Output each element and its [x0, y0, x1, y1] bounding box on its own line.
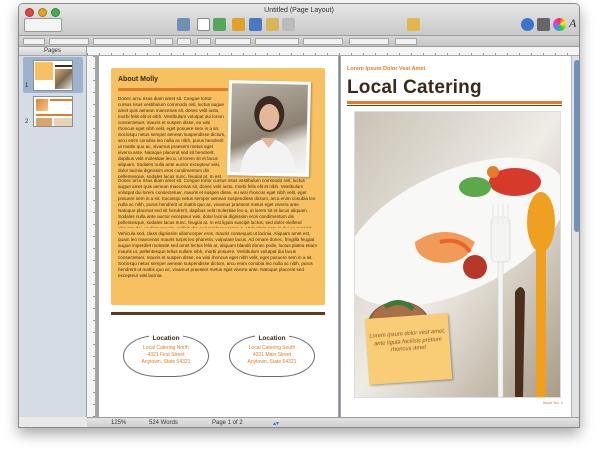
- about-heading-rule: [118, 88, 228, 91]
- about-heading: About Molly: [118, 76, 159, 83]
- fonts-icon[interactable]: A: [569, 16, 576, 31]
- title-rule-orange: [347, 101, 562, 104]
- format-bar: [19, 36, 579, 47]
- title-rule-brown: [347, 105, 562, 106]
- columns-popup[interactable]: [349, 38, 389, 45]
- location-title: Location: [255, 335, 289, 342]
- page-thumbnail-number: 2: [25, 119, 29, 125]
- location-north[interactable]: Location Local Catering North 4321 First…: [123, 327, 209, 383]
- alignment-buttons[interactable]: [255, 38, 299, 45]
- app-window: Untitled (Page Layout) A Pages 1 2 About…: [18, 3, 580, 428]
- list-style-popup[interactable]: [395, 38, 417, 45]
- word-count: 524 Words: [149, 420, 178, 426]
- textbox-icon[interactable]: [197, 18, 210, 31]
- media-icon[interactable]: [282, 18, 295, 31]
- about-panel: About Molly Donec arcu risus diam amet s…: [111, 68, 325, 305]
- sticky-note-text: Lorem ipsum dolor vest amet, ante ligula…: [369, 328, 446, 354]
- page-nav-icon[interactable]: ▴▾: [273, 420, 279, 427]
- sections-icon[interactable]: [177, 18, 190, 31]
- font-typeface-popup[interactable]: [155, 38, 173, 45]
- location-title: Location: [149, 335, 183, 342]
- about-paragraph: Donec arcu risus diam amet sit. Congue t…: [118, 96, 226, 178]
- sticky-note[interactable]: Lorem ipsum dolor vest amet, ante ligula…: [364, 313, 453, 385]
- page-thumbnail-number: 1: [25, 83, 29, 89]
- vertical-ruler[interactable]: [87, 56, 96, 417]
- about-paragraph-2: Vehicula sed, class dignissim ullamcorpe…: [118, 231, 317, 278]
- text-color-well[interactable]: [197, 38, 211, 45]
- page-thumbnail[interactable]: [33, 96, 73, 127]
- location-south[interactable]: Location Local Catering South 4321 Main …: [229, 327, 315, 383]
- font-size-popup[interactable]: [177, 38, 191, 45]
- inspector-icon[interactable]: [521, 18, 534, 31]
- chart-icon[interactable]: [232, 18, 245, 31]
- media-browser-icon[interactable]: [537, 18, 550, 31]
- document-canvas[interactable]: About Molly Donec arcu risus diam amet s…: [96, 56, 571, 417]
- table-icon[interactable]: [213, 18, 226, 31]
- section-rule: [111, 312, 325, 315]
- about-paragraph-continued: Donec arcu risus diam amet sit. Congue t…: [118, 178, 316, 228]
- shapes-icon[interactable]: [249, 18, 262, 31]
- title-bar: Untitled (Page Layout) A: [19, 4, 579, 36]
- folder-icon[interactable]: [407, 18, 420, 31]
- vertical-scrollbar[interactable]: [571, 56, 579, 417]
- line-spacing-popup[interactable]: [303, 38, 343, 45]
- font-family-popup[interactable]: [93, 38, 151, 45]
- page-indicator: Page 1 of 2: [212, 420, 243, 426]
- view-toolbar-button[interactable]: [24, 18, 62, 32]
- page-number: Issue No. 1: [542, 400, 563, 405]
- page-divider: [339, 56, 340, 417]
- molly-photo[interactable]: [227, 80, 311, 177]
- pages-sidebar: Pages 1 2: [19, 47, 87, 417]
- colors-icon[interactable]: [553, 18, 566, 31]
- vertical-scroll-thumb[interactable]: [574, 60, 579, 232]
- page-title: Local Catering: [347, 77, 482, 98]
- paragraph-style-popup[interactable]: [49, 38, 89, 45]
- page-thumbnail[interactable]: [33, 60, 73, 91]
- horizontal-ruler[interactable]: [87, 47, 579, 56]
- left-page[interactable]: About Molly Donec arcu risus diam amet s…: [99, 56, 338, 417]
- zoom-level[interactable]: 125%: [111, 420, 126, 426]
- bold-italic-underline-buttons[interactable]: [215, 38, 251, 45]
- comment-icon[interactable]: [266, 18, 279, 31]
- chef-portrait: [240, 96, 297, 174]
- right-page[interactable]: Lorem Ipsum Dolor Vest Amet Local Cateri…: [341, 56, 571, 417]
- window-title: Untitled (Page Layout): [264, 7, 334, 14]
- pages-sidebar-header: Pages: [19, 47, 86, 56]
- kicker-text: Lorem Ipsum Dolor Vest Amet: [347, 66, 426, 72]
- status-bar: 125% 524 Words Page 1 of 2 ▴▾: [87, 417, 579, 427]
- styles-drawer-button[interactable]: [23, 38, 45, 45]
